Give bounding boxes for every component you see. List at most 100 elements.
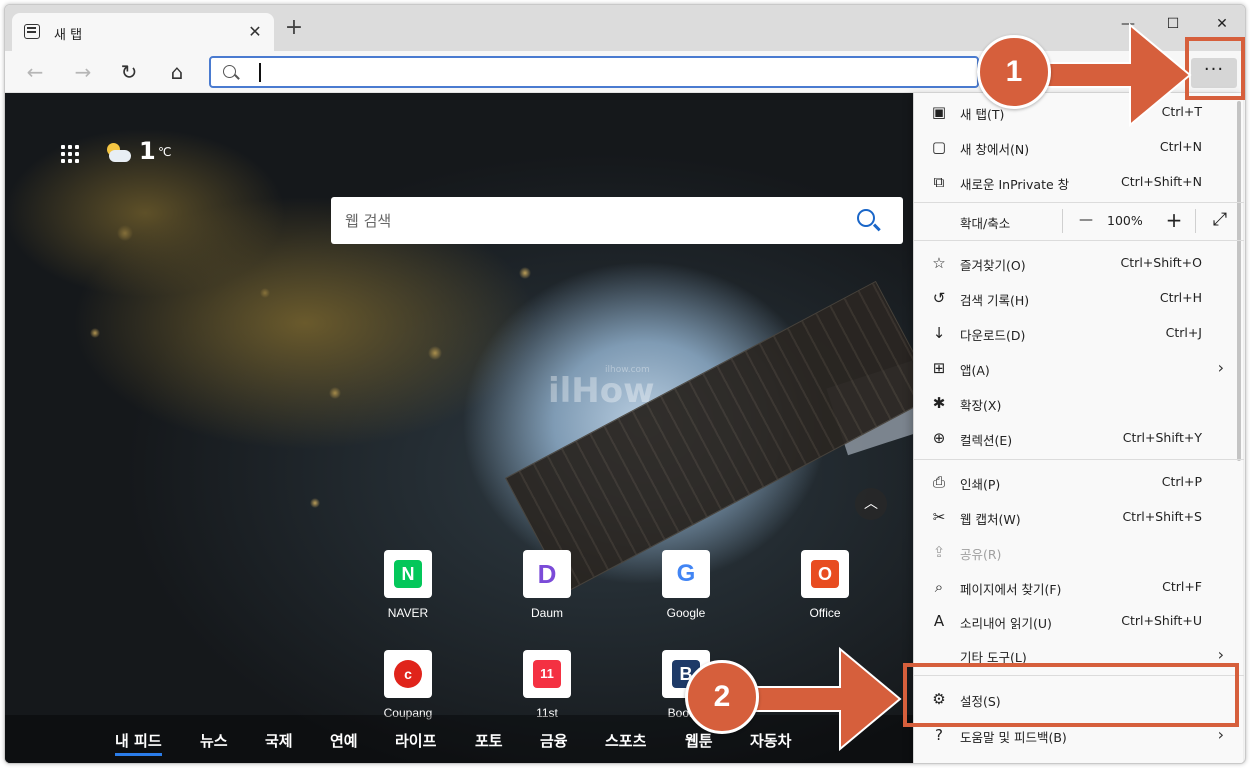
menu-item-web-capture[interactable]: ✂ 웹 캡처(W) Ctrl+Shift+S (914, 500, 1244, 535)
quick-link-daum[interactable]: D Daum (507, 550, 587, 620)
menu-item-shortcut: Ctrl+Shift+N (1121, 174, 1202, 189)
menu-item-print[interactable]: ⎙ 인쇄(P) Ctrl+P (914, 465, 1244, 500)
home-button[interactable]: ⌂ (163, 59, 191, 85)
refresh-button[interactable]: ↻ (115, 59, 143, 85)
chevron-right-icon: › (1217, 645, 1224, 664)
menu-item-shortcut: Ctrl+Shift+O (1120, 255, 1202, 270)
new-tab-button[interactable]: + (282, 17, 306, 39)
satellite-panel-image (505, 280, 913, 593)
forward-button[interactable]: → (69, 59, 97, 85)
address-bar[interactable] (209, 56, 979, 88)
feed-tab-photo[interactable]: 포토 (475, 730, 503, 751)
quick-link-naver[interactable]: N NAVER (368, 550, 448, 620)
menu-item-shortcut: Ctrl+Shift+Y (1122, 430, 1202, 445)
search-icon[interactable] (857, 209, 875, 227)
coupang-logo-box: c (384, 650, 432, 698)
menu-item-new-window[interactable]: ▢ 새 창에서(N) Ctrl+N (914, 130, 1244, 165)
coupang-logo-icon: c (394, 660, 422, 688)
menu-item-favorites[interactable]: ☆ 즐겨찾기(O) Ctrl+Shift+O (914, 246, 1244, 281)
web-search-placeholder: 웹 검색 (345, 212, 392, 230)
help-icon: ? (935, 726, 943, 744)
web-search-box[interactable]: 웹 검색 (331, 197, 903, 244)
chevron-right-icon: › (1217, 725, 1224, 744)
menu-item-history[interactable]: ↺ 검색 기록(H) Ctrl+H (914, 281, 1244, 316)
daum-logo-box: D (523, 550, 571, 598)
quick-link-coupang[interactable]: c Coupang (368, 650, 448, 720)
search-icon (223, 65, 236, 78)
quick-link-label: Office (809, 606, 841, 620)
arrow-right-icon (755, 646, 902, 752)
menu-item-read-aloud[interactable]: A 소리내어 읽기(U) Ctrl+Shift+U (914, 604, 1244, 639)
menu-item-label: 새 창에서(N) (960, 142, 1030, 157)
browser-window: 새 탭 ✕ + — ☐ ✕ ← → ↻ ⌂ ··· 1 ℃ 웹 검색 ilhow… (4, 4, 1246, 764)
back-button[interactable]: ← (21, 59, 49, 85)
menu-item-label: 도움말 및 피드백(B) (960, 730, 1067, 745)
feed-tab-finance[interactable]: 금융 (540, 730, 568, 751)
menu-item-shortcut: Ctrl+H (1159, 290, 1202, 305)
weather-temperature[interactable]: 1 (139, 137, 156, 165)
menu-item-label: 공유(R) (960, 547, 1002, 562)
menu-item-label: 앱(A) (960, 363, 990, 378)
apps-icon: ⊞ (932, 359, 946, 377)
feed-tab-my-feed[interactable]: 내 피드 (115, 730, 162, 756)
menu-item-collections[interactable]: ⊕ 컬렉션(E) Ctrl+Shift+Y (914, 421, 1244, 456)
quick-link-office[interactable]: O Office (785, 550, 865, 620)
feed-tab-webtoon[interactable]: 웹툰 (685, 730, 713, 751)
zoom-label: 확대/축소 (960, 216, 1011, 231)
highlight-settings-item (903, 663, 1239, 727)
google-logo-icon: G (676, 560, 696, 587)
feed-tab-life[interactable]: 라이프 (395, 730, 436, 751)
menu-item-label: 페이지에서 찾기(F) (960, 582, 1062, 597)
naver-logo-icon: N (394, 560, 422, 588)
quick-link-label: Google (666, 606, 706, 620)
menu-item-label: 검색 기록(H) (960, 293, 1030, 308)
feed-tab-sports[interactable]: 스포츠 (605, 730, 646, 751)
fullscreen-icon[interactable]: ⤢ (1208, 208, 1232, 232)
app-launcher-icon[interactable] (61, 145, 79, 163)
new-tab-icon: ▣ (931, 103, 947, 121)
office-logo-icon: O (811, 560, 839, 588)
11st-logo-icon: 11 (533, 660, 561, 688)
feed-tab-news[interactable]: 뉴스 (200, 730, 228, 751)
chevron-right-icon: › (1217, 358, 1224, 377)
daum-logo-icon: D (537, 559, 557, 589)
menu-item-label: 인쇄(P) (960, 477, 1001, 492)
menu-item-share[interactable]: ⇪ 공유(R) (914, 535, 1244, 570)
feed-tab-world[interactable]: 국제 (265, 730, 293, 751)
zoom-out-button[interactable]: — (1074, 208, 1098, 232)
menu-item-label: 확장(X) (960, 398, 1002, 413)
quick-link-11st[interactable]: 11 11st (507, 650, 587, 720)
watermark-logo: ilHow (548, 371, 655, 411)
feed-tab-entertainment[interactable]: 연예 (330, 730, 358, 751)
chevron-up-icon[interactable]: ︿ (855, 488, 887, 520)
collections-icon: ⊕ (932, 429, 946, 447)
step-badge-2: 2 (685, 660, 759, 734)
quick-link-google[interactable]: G Google (646, 550, 726, 620)
step-badge-1: 1 (977, 35, 1051, 109)
menu-item-label: 소리내어 읽기(U) (960, 616, 1052, 631)
arrow-right-icon (1045, 22, 1192, 128)
partly-cloudy-icon[interactable] (103, 143, 133, 165)
menu-item-label: 웹 캡처(W) (960, 512, 1021, 527)
more-tools-icon (930, 646, 948, 664)
menu-divider (914, 459, 1244, 460)
menu-item-find-on-page[interactable]: ⌕ 페이지에서 찾기(F) Ctrl+F (914, 570, 1244, 605)
menu-item-label: 컬렉션(E) (960, 433, 1013, 448)
zoom-in-button[interactable]: + (1162, 208, 1186, 232)
tab-new-tab[interactable]: 새 탭 ✕ (12, 13, 274, 51)
tab-title: 새 탭 (54, 28, 83, 43)
menu-item-inprivate[interactable]: ⧉ 새로운 InPrivate 창 Ctrl+Shift+N (914, 165, 1244, 200)
menu-item-label: 다운로드(D) (960, 328, 1026, 343)
menu-item-label: 즐겨찾기(O) (960, 258, 1026, 273)
menu-item-label: 새 탭(T) (960, 107, 1005, 122)
menu-item-label: 새로운 InPrivate 창 (960, 177, 1070, 192)
quick-link-label: Daum (530, 606, 563, 620)
new-window-icon: ▢ (931, 138, 947, 156)
naver-logo-box: N (384, 550, 432, 598)
window-close-button[interactable]: ✕ (1202, 11, 1242, 37)
menu-item-apps[interactable]: ⊞ 앱(A) › (914, 351, 1244, 386)
menu-item-downloads[interactable]: ↓ 다운로드(D) Ctrl+J (914, 316, 1244, 351)
tab-close-button[interactable]: ✕ (246, 22, 264, 41)
inprivate-icon: ⧉ (933, 173, 945, 191)
menu-item-extensions[interactable]: ✱ 확장(X) (914, 386, 1244, 421)
